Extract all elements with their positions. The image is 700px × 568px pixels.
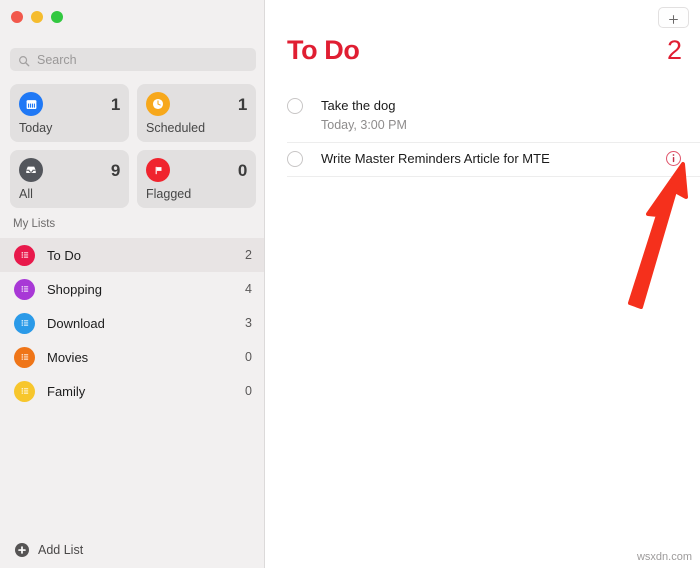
- smart-list-all[interactable]: 9 All: [10, 150, 129, 208]
- reminders-window: 1 Today 1 Scheduled: [0, 0, 700, 568]
- smart-list-scheduled-top: 1: [146, 92, 247, 116]
- smart-list-all-count: 9: [110, 160, 120, 180]
- list-header: To Do 2: [287, 37, 682, 64]
- search-input[interactable]: [37, 52, 248, 67]
- reminder-body: Take the dog Today, 3:00 PM: [321, 97, 682, 134]
- reminder-title: Take the dog: [321, 98, 396, 113]
- window-controls: [11, 11, 63, 23]
- smart-list-today-label: Today: [19, 121, 53, 135]
- sidebar-item-count: 4: [245, 282, 252, 296]
- list-icon: [14, 312, 35, 334]
- add-reminder-button[interactable]: [658, 7, 689, 28]
- inbox-icon: [19, 158, 43, 182]
- sidebar-item-download[interactable]: Download 3: [0, 306, 264, 340]
- list-icon: [14, 278, 35, 300]
- sidebar-item-label: Movies: [47, 349, 89, 365]
- smart-list-all-label: All: [19, 187, 33, 201]
- smart-list-flagged-label: Flagged: [146, 187, 192, 201]
- sidebar-item-count: 3: [245, 316, 252, 330]
- reminders-list: Take the dog Today, 3:00 PM Write Master…: [287, 90, 700, 177]
- my-lists: To Do 2 Shopping 4 Download 3 Movies 0 F…: [0, 238, 264, 408]
- sidebar-item-label: To Do: [47, 247, 81, 263]
- clock-icon: [146, 92, 170, 116]
- sidebar-item-label: Shopping: [47, 281, 102, 297]
- smart-list-today-top: 1: [19, 92, 120, 116]
- add-list-button[interactable]: Add List: [14, 542, 83, 558]
- sidebar-item-label: Download: [47, 315, 105, 331]
- smart-list-flagged-count: 0: [237, 160, 247, 180]
- calendar-icon: [19, 92, 43, 116]
- reminder-checkbox[interactable]: [287, 150, 303, 167]
- smart-list-flagged[interactable]: 0 Flagged: [137, 150, 256, 208]
- reminder-title: Write Master Reminders Article for MTE: [321, 150, 550, 166]
- sidebar: 1 Today 1 Scheduled: [0, 0, 265, 568]
- my-lists-header: My Lists: [13, 218, 56, 230]
- sidebar-item-count: 0: [245, 350, 252, 364]
- smart-lists-grid: 1 Today 1 Scheduled 9 All 0 Flagged: [10, 84, 256, 208]
- reminder-row[interactable]: Take the dog Today, 3:00 PM: [287, 90, 700, 143]
- reminder-checkbox[interactable]: [287, 98, 303, 114]
- sidebar-item-family[interactable]: Family 0: [0, 374, 264, 408]
- reminder-count: 2: [666, 35, 682, 65]
- reminder-body: Write Master Reminders Article for MTE: [321, 150, 665, 168]
- smart-list-all-top: 9: [19, 158, 120, 182]
- sidebar-item-count: 0: [245, 384, 252, 398]
- sidebar-item-movies[interactable]: Movies 0: [0, 340, 264, 374]
- smart-list-scheduled-count: 1: [237, 94, 247, 114]
- sidebar-item-label: Family: [47, 383, 86, 399]
- minimize-window-button[interactable]: [31, 11, 43, 23]
- reminder-due-date: Today, 3:00 PM: [321, 118, 407, 132]
- smart-list-today-count: 1: [110, 94, 120, 114]
- smart-list-scheduled-label: Scheduled: [146, 121, 206, 135]
- list-icon: [14, 380, 35, 402]
- main-content: To Do 2 Take the dog Today, 3:00 PM Writ…: [265, 0, 700, 568]
- smart-list-today[interactable]: 1 Today: [10, 84, 129, 142]
- maximize-window-button[interactable]: [51, 11, 63, 23]
- page-title: To Do: [287, 35, 360, 65]
- search-icon: [18, 54, 30, 66]
- plus-icon: [668, 12, 679, 24]
- list-icon: [14, 244, 35, 266]
- flag-icon: [146, 158, 170, 182]
- list-icon: [14, 346, 35, 368]
- sidebar-item-shopping[interactable]: Shopping 4: [0, 272, 264, 306]
- search-field[interactable]: [10, 48, 256, 71]
- close-window-button[interactable]: [11, 11, 23, 23]
- reminder-row[interactable]: Write Master Reminders Article for MTE: [287, 143, 700, 177]
- smart-list-flagged-top: 0: [146, 158, 247, 182]
- info-icon[interactable]: [665, 150, 682, 167]
- sidebar-item-to-do[interactable]: To Do 2: [0, 238, 264, 272]
- add-list-label: Add List: [38, 543, 84, 557]
- smart-list-scheduled[interactable]: 1 Scheduled: [137, 84, 256, 142]
- plus-circle-icon: [14, 542, 30, 558]
- sidebar-item-count: 2: [245, 248, 252, 262]
- watermark: wsxdn.com: [636, 551, 692, 563]
